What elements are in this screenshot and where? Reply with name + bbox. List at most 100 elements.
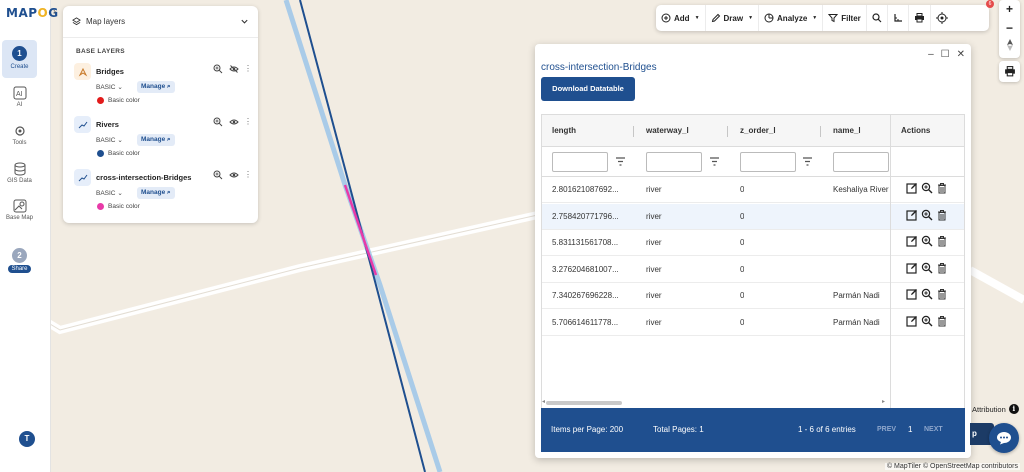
layers-panel-title: Map layers bbox=[86, 17, 126, 26]
zoom-to-layer-icon[interactable] bbox=[213, 170, 223, 180]
print-button[interactable] bbox=[909, 5, 931, 31]
cell-waterway: river bbox=[646, 264, 662, 274]
cell-name bbox=[833, 230, 890, 256]
more-options-icon[interactable]: ⋮ bbox=[244, 170, 252, 179]
info-icon[interactable]: i bbox=[1008, 404, 1019, 414]
measure-button[interactable] bbox=[888, 5, 909, 31]
draw-menu-button[interactable]: Draw ▼ bbox=[706, 5, 760, 31]
visibility-icon[interactable] bbox=[229, 170, 239, 180]
map-print-button[interactable] bbox=[999, 61, 1020, 82]
line-layer-icon bbox=[74, 116, 91, 133]
column-header-name[interactable]: name_l bbox=[833, 115, 861, 147]
column-separator[interactable] bbox=[727, 126, 728, 137]
filter-icon bbox=[828, 14, 839, 23]
visibility-off-icon[interactable] bbox=[229, 64, 239, 74]
rail-gis-data[interactable]: GIS Data bbox=[2, 162, 37, 184]
manage-button[interactable]: Manage ⌕ bbox=[137, 134, 175, 146]
style-select[interactable]: BASIC ⌄ bbox=[96, 189, 123, 197]
bridge-intersection[interactable] bbox=[343, 184, 378, 276]
cell-length: 2.801621087692... bbox=[552, 185, 619, 194]
next-button[interactable]: NEXT bbox=[924, 408, 943, 452]
minimize-icon[interactable]: – bbox=[928, 49, 934, 60]
column-separator[interactable] bbox=[820, 126, 821, 137]
compass-button[interactable] bbox=[999, 38, 1020, 57]
manage-button[interactable]: Manage ⌕ bbox=[137, 81, 175, 93]
analyze-menu-button[interactable]: Analyze ▼ bbox=[759, 5, 824, 31]
color-swatch-row[interactable]: Basic color bbox=[97, 203, 140, 210]
download-datatable-button[interactable]: Download Datatable bbox=[541, 77, 635, 101]
color-swatch-row[interactable]: Basic color bbox=[97, 150, 140, 157]
filter-input-name[interactable] bbox=[833, 152, 889, 172]
rail-label: GIS Data bbox=[7, 178, 32, 184]
search-icon bbox=[872, 13, 882, 23]
zoom-to-layer-icon[interactable] bbox=[213, 117, 223, 127]
rail-label: AI bbox=[16, 102, 23, 108]
style-select[interactable]: BASIC ⌄ bbox=[96, 136, 123, 144]
zoom-to-layer-icon[interactable] bbox=[213, 64, 223, 74]
visibility-icon[interactable] bbox=[229, 117, 239, 127]
search-button[interactable] bbox=[867, 5, 888, 31]
layer-name: Rivers bbox=[96, 120, 119, 129]
point-layer-icon bbox=[74, 63, 91, 80]
user-avatar[interactable]: T bbox=[19, 431, 35, 447]
more-options-icon[interactable]: ⋮ bbox=[244, 64, 252, 73]
rail-base-map[interactable]: Base Map bbox=[2, 199, 37, 221]
filter-button[interactable]: Filter bbox=[823, 5, 867, 31]
analyze-icon bbox=[764, 13, 774, 23]
filter-input-waterway[interactable] bbox=[646, 152, 702, 172]
close-icon[interactable]: ✕ bbox=[957, 49, 965, 60]
printer-icon bbox=[1004, 66, 1015, 77]
rail-label: Create bbox=[10, 64, 29, 70]
entries-count: 1 - 6 of 6 entries bbox=[798, 425, 856, 434]
column-separator[interactable] bbox=[633, 126, 634, 137]
prev-button[interactable]: PREV bbox=[877, 408, 896, 452]
zoom-out-button[interactable]: − bbox=[999, 19, 1020, 38]
map-layers-panel: Map layers BASE LAYERS Bridges ⋮ BASIC ⌄… bbox=[63, 6, 258, 223]
cell-length: 5.831131561708... bbox=[552, 238, 619, 247]
map-credits[interactable]: © MapTiler © OpenStreetMap contributors bbox=[884, 463, 1020, 470]
cell-name bbox=[833, 204, 890, 230]
column-header-waterway[interactable]: waterway_l bbox=[646, 115, 689, 147]
left-rail: MAPOG 1 Create AI AI Tools GIS Data Base… bbox=[0, 0, 58, 472]
actions-column bbox=[890, 115, 964, 409]
cell-z-order: 0 bbox=[740, 317, 745, 327]
cell-waterway: river bbox=[646, 185, 662, 194]
rail-tools[interactable]: Tools bbox=[2, 124, 37, 146]
cell-waterway: river bbox=[646, 238, 662, 247]
chat-button[interactable] bbox=[989, 423, 1019, 453]
zoom-in-button[interactable]: + bbox=[999, 0, 1020, 19]
scroll-right-arrow-icon[interactable]: ▸ bbox=[882, 398, 885, 405]
rail-ai[interactable]: AI AI bbox=[2, 86, 37, 108]
column-header-length[interactable]: length bbox=[552, 115, 576, 147]
add-menu-button[interactable]: Add ▼ bbox=[656, 5, 706, 31]
filter-icon[interactable] bbox=[709, 156, 720, 167]
color-swatch-row[interactable]: Basic color bbox=[97, 97, 140, 104]
cell-length: 3.276204681007... bbox=[552, 264, 619, 274]
location-button[interactable] bbox=[931, 5, 953, 31]
current-page[interactable]: 1 bbox=[908, 408, 912, 452]
style-select[interactable]: BASIC ⌄ bbox=[96, 83, 123, 91]
filter-icon[interactable] bbox=[802, 156, 813, 167]
manage-button[interactable]: Manage ⌕ bbox=[137, 187, 175, 199]
layers-panel-header[interactable]: Map layers bbox=[63, 6, 258, 38]
attribution[interactable]: Attribution i bbox=[972, 404, 1019, 414]
more-options-icon[interactable]: ⋮ bbox=[244, 117, 252, 126]
base-layers-heading: BASE LAYERS bbox=[76, 48, 125, 55]
filter-input-z-order[interactable] bbox=[740, 152, 796, 172]
rail-share[interactable]: 2 Share bbox=[2, 248, 37, 273]
horizontal-scrollbar[interactable] bbox=[546, 401, 622, 405]
rail-create[interactable]: 1 Create bbox=[2, 40, 37, 78]
layer-item-rivers[interactable]: Rivers ⋮ BASIC ⌄ Manage ⌕ Basic color bbox=[74, 116, 252, 164]
column-header-z-order[interactable]: z_order_l bbox=[740, 115, 776, 147]
layer-item-bridges[interactable]: Bridges ⋮ BASIC ⌄ Manage ⌕ Basic color bbox=[74, 63, 252, 111]
filter-icon[interactable] bbox=[615, 156, 626, 167]
filter-input-length[interactable] bbox=[552, 152, 608, 172]
scroll-left-arrow-icon[interactable]: ◂ bbox=[542, 398, 545, 405]
chevron-down-icon[interactable] bbox=[240, 17, 249, 26]
maximize-icon[interactable]: ☐ bbox=[941, 49, 950, 60]
layer-name: Bridges bbox=[96, 67, 124, 76]
rail-collapse-chevron-icon[interactable]: › bbox=[53, 6, 61, 18]
items-per-page[interactable]: Items per Page: 200 bbox=[551, 408, 623, 452]
layer-item-cross-intersection-bridges[interactable]: cross-intersection-Bridges ⋮ BASIC ⌄ Man… bbox=[74, 169, 252, 217]
gear-icon bbox=[14, 126, 25, 136]
